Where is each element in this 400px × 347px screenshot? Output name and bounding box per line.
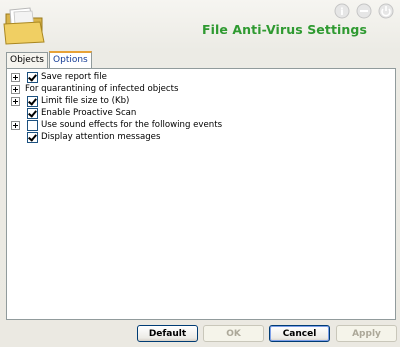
proactive-scan-checkbox[interactable] (27, 108, 38, 119)
tree-item-label: Display attention messages (41, 132, 161, 142)
expand-icon[interactable] (11, 85, 20, 94)
tree-item-limit-file-size[interactable]: Limit file size to (Kb) (7, 95, 387, 107)
page-title: File Anti-Virus Settings (201, 22, 367, 37)
power-icon[interactable] (378, 3, 394, 19)
tree-item-label: Limit file size to (Kb) (41, 96, 130, 106)
tree-item-label: Use sound effects for the following even… (41, 120, 223, 130)
sound-effects-checkbox[interactable] (27, 120, 38, 131)
tab-options[interactable]: Options (49, 51, 92, 69)
tree-item-label: For quarantining of infected objects (25, 84, 179, 94)
header: i File Anti-Virus Settings (0, 0, 400, 50)
minimize-icon[interactable] (356, 3, 372, 19)
tree-item-sound-effects[interactable]: Use sound effects for the following even… (7, 119, 387, 131)
limit-file-size-checkbox[interactable] (27, 96, 38, 107)
ok-button[interactable]: OK (203, 325, 264, 342)
cancel-button[interactable]: Cancel (269, 325, 330, 342)
expand-icon[interactable] (11, 73, 20, 82)
save-report-checkbox[interactable] (27, 72, 38, 83)
settings-window: i File Anti-Virus Settings Objects Optio… (0, 0, 400, 347)
svg-text:i: i (340, 7, 343, 18)
expand-icon[interactable] (11, 97, 20, 106)
expand-icon[interactable] (11, 121, 20, 130)
tab-bar: Objects Options (6, 51, 93, 69)
tree-item-label: Save report file (41, 72, 107, 82)
help-icon[interactable]: i (334, 3, 350, 19)
tree-item-label: Enable Proactive Scan (41, 108, 137, 118)
tree-item-quarantine[interactable]: For quarantining of infected objects (7, 83, 387, 95)
tree-item-attention-messages[interactable]: Display attention messages (7, 131, 387, 143)
tab-objects[interactable]: Objects (6, 52, 49, 68)
settings-tree: Save report file For quarantining of inf… (7, 71, 387, 143)
tree-item-save-report[interactable]: Save report file (7, 71, 387, 83)
options-panel: Save report file For quarantining of inf… (6, 68, 396, 320)
apply-button[interactable]: Apply (336, 325, 397, 342)
tree-item-proactive-scan[interactable]: Enable Proactive Scan (7, 107, 387, 119)
default-button[interactable]: Default (137, 325, 198, 342)
attention-messages-checkbox[interactable] (27, 132, 38, 143)
folder-icon (3, 7, 45, 45)
